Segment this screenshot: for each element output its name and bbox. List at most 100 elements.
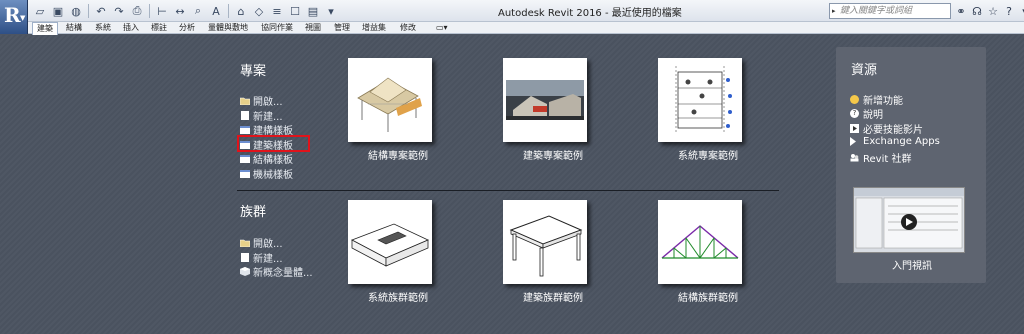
system-family-sample-card[interactable] bbox=[348, 200, 432, 284]
architectural-render-thumbnail bbox=[506, 80, 584, 120]
project-structural-template-link[interactable]: 結構樣板 bbox=[240, 151, 293, 166]
switch-windows-icon[interactable]: ▤ bbox=[305, 3, 321, 19]
structural-sample-project-card[interactable] bbox=[348, 58, 432, 142]
help-icon: ? bbox=[850, 109, 859, 118]
table-thumbnail bbox=[509, 215, 583, 277]
tab-annotate[interactable]: 標註 bbox=[151, 22, 167, 34]
help-icon[interactable]: ? bbox=[1003, 3, 1015, 19]
separator bbox=[88, 4, 89, 18]
quick-access-toolbar: ▱ ▣ ◍ ↶ ↷ ⎙ ⊢ ↔ ⌕ A ⌂ ◇ ≡ ☐ ▤ ▾ Autodesk… bbox=[0, 0, 1024, 22]
essential-skills-videos-link[interactable]: 必要技能影片 bbox=[850, 121, 923, 136]
close-hidden-icon[interactable]: ☐ bbox=[287, 3, 303, 19]
project-open-link[interactable]: 開啟... bbox=[239, 93, 283, 108]
tab-modify[interactable]: 修改 bbox=[400, 22, 416, 34]
projects-title: 專案 bbox=[240, 64, 267, 79]
resources-title: 資源 bbox=[851, 63, 878, 78]
systems-sample-project-label[interactable]: 系統專案範例 bbox=[658, 147, 758, 162]
tab-systems[interactable]: 系統 bbox=[95, 22, 111, 34]
customize-qat-icon[interactable]: ▾ bbox=[323, 3, 339, 19]
dimension-icon[interactable]: ↔ bbox=[172, 3, 188, 19]
revit-logo-icon: R bbox=[4, 3, 21, 27]
community-icon bbox=[850, 153, 859, 162]
family-new-link[interactable]: 新建... bbox=[240, 250, 283, 265]
family-new-conceptual-mass-link[interactable]: 新概念量體... bbox=[240, 264, 313, 279]
video-icon bbox=[850, 124, 859, 133]
tag-icon[interactable]: ⌕ bbox=[190, 3, 206, 19]
architectural-sample-project-label[interactable]: 建築專案範例 bbox=[503, 147, 603, 162]
tab-architecture[interactable]: 建築 bbox=[32, 22, 58, 35]
structural-model-thumbnail bbox=[357, 77, 422, 132]
link-label: 機械樣板 bbox=[253, 170, 293, 181]
architectural-family-sample-label[interactable]: 建築族群範例 bbox=[503, 289, 603, 304]
window-title: Autodesk Revit 2016 - 最近使用的檔案 bbox=[498, 8, 682, 19]
structural-sample-project-label[interactable]: 結構專案範例 bbox=[348, 147, 448, 162]
template-icon bbox=[240, 125, 250, 134]
text-icon[interactable]: A bbox=[208, 3, 224, 19]
application-menu-button[interactable]: R ▼ bbox=[0, 0, 28, 34]
tab-collaborate[interactable]: 協同作業 bbox=[261, 22, 293, 34]
tab-manage[interactable]: 管理 bbox=[334, 22, 350, 34]
binoculars-icon[interactable]: ⚭ bbox=[955, 3, 967, 19]
link-label: 結構樣板 bbox=[253, 155, 293, 166]
exchange-icon bbox=[850, 137, 859, 146]
video-caption[interactable]: 入門視訊 bbox=[892, 257, 932, 272]
search-placeholder: 鍵入關鍵字或詞組 bbox=[840, 6, 913, 16]
resource-label: 必要技能影片 bbox=[863, 125, 923, 136]
ribbon-toggle-icon[interactable]: ▭▾ bbox=[436, 22, 448, 34]
structural-family-sample-label[interactable]: 結構族群範例 bbox=[658, 289, 758, 304]
family-open-link[interactable]: 開啟... bbox=[239, 235, 283, 250]
3d-view-icon[interactable]: ⌂ bbox=[233, 3, 249, 19]
search-dropdown-icon[interactable]: ▸ bbox=[832, 4, 836, 18]
help-dropdown-icon[interactable]: ▾ bbox=[1019, 3, 1024, 19]
architectural-family-sample-card[interactable] bbox=[503, 200, 587, 284]
resource-label: Revit 社群 bbox=[863, 154, 912, 165]
tab-massing-site[interactable]: 量體與敷地 bbox=[208, 22, 248, 34]
link-label: 新概念量體... bbox=[253, 268, 313, 279]
getting-started-video[interactable] bbox=[853, 187, 965, 253]
resource-label: Exchange Apps bbox=[863, 136, 940, 147]
subscription-icon[interactable]: ☊ bbox=[971, 3, 983, 19]
link-label: 新建... bbox=[253, 112, 283, 123]
search-input[interactable]: ▸ 鍵入關鍵字或詞組 bbox=[829, 3, 951, 19]
section-divider bbox=[237, 190, 779, 191]
template-icon bbox=[240, 169, 250, 178]
revit-community-link[interactable]: Revit 社群 bbox=[850, 150, 911, 165]
exchange-apps-link[interactable]: Exchange Apps bbox=[850, 136, 940, 147]
redo-icon[interactable]: ↷ bbox=[111, 3, 127, 19]
template-icon bbox=[240, 154, 250, 163]
tab-insert[interactable]: 插入 bbox=[123, 22, 139, 34]
sun-icon bbox=[850, 95, 859, 104]
structural-family-sample-card[interactable] bbox=[658, 200, 742, 284]
tab-addins[interactable]: 增益集 bbox=[362, 22, 386, 34]
highlight-box bbox=[237, 135, 310, 152]
tab-view[interactable]: 視圖 bbox=[305, 22, 321, 34]
resource-label: 說明 bbox=[863, 110, 883, 121]
architectural-sample-project-card[interactable] bbox=[503, 58, 587, 142]
new-doc-icon bbox=[240, 111, 250, 120]
help-link[interactable]: ? 說明 bbox=[850, 106, 883, 121]
favorites-icon[interactable]: ☆ bbox=[987, 3, 999, 19]
resource-label: 新增功能 bbox=[863, 96, 903, 107]
sync-icon[interactable]: ◍ bbox=[68, 3, 84, 19]
print-icon[interactable]: ⎙ bbox=[129, 3, 145, 19]
save-icon[interactable]: ▣ bbox=[50, 3, 66, 19]
new-doc-icon bbox=[240, 253, 250, 262]
qat-icons: ▱ ▣ ◍ ↶ ↷ ⎙ ⊢ ↔ ⌕ A ⌂ ◇ ≡ ☐ ▤ ▾ bbox=[32, 3, 339, 19]
project-mechanical-template-link[interactable]: 機械樣板 bbox=[240, 166, 293, 181]
undo-icon[interactable]: ↶ bbox=[93, 3, 109, 19]
folder-open-icon bbox=[239, 96, 251, 106]
open-icon[interactable]: ▱ bbox=[32, 3, 48, 19]
project-new-link[interactable]: 新建... bbox=[240, 108, 283, 123]
resources-panel: 資源 新增功能 ? 說明 必要技能影片 Exchange Apps Revit … bbox=[836, 47, 986, 283]
measure-icon[interactable]: ⊢ bbox=[154, 3, 170, 19]
tab-structure[interactable]: 結構 bbox=[66, 22, 82, 34]
link-label: 開啟... bbox=[253, 97, 283, 108]
section-icon[interactable]: ◇ bbox=[251, 3, 267, 19]
thin-lines-icon[interactable]: ≡ bbox=[269, 3, 285, 19]
tab-analyze[interactable]: 分析 bbox=[179, 22, 195, 34]
systems-sample-project-card[interactable] bbox=[658, 58, 742, 142]
mass-icon bbox=[240, 267, 250, 276]
system-family-sample-label[interactable]: 系統族群範例 bbox=[348, 289, 448, 304]
truss-thumbnail bbox=[661, 225, 739, 259]
whats-new-link[interactable]: 新增功能 bbox=[850, 92, 903, 107]
